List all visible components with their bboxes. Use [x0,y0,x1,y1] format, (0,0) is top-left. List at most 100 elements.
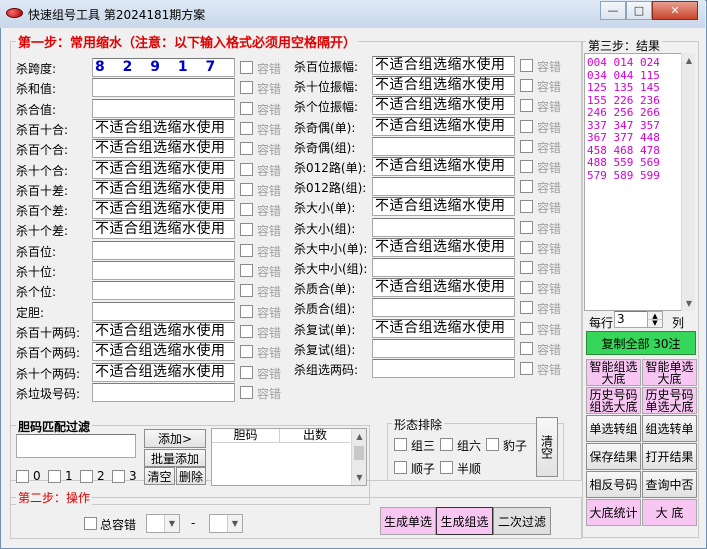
right-row-input[interactable] [372,338,515,358]
right-row-input[interactable] [372,258,515,277]
left-row-input[interactable]: 不适合组选缩水使用 [92,139,235,159]
side-button[interactable]: 智能单选 大底 [642,359,697,386]
tolerance-checkbox[interactable] [240,243,253,257]
tolerance-checkbox[interactable] [520,200,533,214]
minimize-button[interactable]: — [600,1,626,20]
maximize-button[interactable]: □ [626,1,652,20]
tolerance-checkbox[interactable] [520,220,533,234]
tolerance-checkbox[interactable] [240,264,253,277]
pattern-checkbox[interactable] [486,438,499,451]
right-row-input[interactable]: 不适合组选缩水使用 [372,237,515,257]
results-scrollbar[interactable]: ▲ ▼ [681,53,695,311]
side-button[interactable]: 大底统计 [586,499,641,526]
tolerance-checkbox[interactable] [520,321,533,335]
side-button[interactable]: 组选转单 [642,415,697,442]
tolerance-checkbox[interactable] [520,139,533,153]
chevron-down-icon[interactable]: ▼ [227,515,242,532]
tolerance-checkbox[interactable] [520,240,533,254]
tolerance-checkbox[interactable] [520,119,533,133]
side-button[interactable]: 保存结果 [586,443,641,470]
tolerance-checkbox[interactable] [240,182,253,196]
tolerance-min-select[interactable]: ▼ [146,514,180,533]
right-row-input[interactable]: 不适合组选缩水使用 [372,96,515,116]
left-row-input[interactable]: 不适合组选缩水使用 [92,362,235,382]
list-scrollbar[interactable]: ▲ ▼ [351,429,366,485]
tolerance-checkbox[interactable] [520,59,533,72]
copy-all-button[interactable]: 复制全部 30注 [586,331,696,355]
tolerance-checkbox[interactable] [240,61,253,74]
tolerance-checkbox[interactable] [520,301,533,315]
pattern-checkbox[interactable] [440,461,453,474]
pattern-checkbox[interactable] [394,461,407,474]
left-row-input[interactable] [92,78,235,98]
pattern-checkbox[interactable] [394,438,407,451]
right-row-input[interactable]: 不适合组选缩水使用 [372,157,515,176]
tolerance-checkbox[interactable] [240,284,253,298]
scroll-down-icon[interactable]: ▼ [352,470,367,485]
tolerance-checkbox[interactable] [520,362,533,375]
side-button[interactable]: 打开结果 [642,443,697,470]
count-checkbox[interactable] [80,470,93,483]
tolerance-checkbox[interactable] [240,365,253,379]
right-row-input[interactable]: 不适合组选缩水使用 [372,76,515,96]
title-bar[interactable]: 快速组号工具 第2024181期方案 — □ ✕ [0,0,705,28]
right-row-input[interactable] [372,217,515,237]
side-button[interactable]: 相反号码 [586,471,641,498]
left-row-input[interactable] [92,281,235,301]
col-header-code[interactable]: 胆码 [212,429,280,443]
dan-code-input[interactable] [16,434,136,458]
tolerance-max-select[interactable]: ▼ [209,514,243,533]
side-button[interactable]: 查询中否 [642,471,697,498]
tolerance-checkbox[interactable] [240,81,253,95]
right-row-input[interactable]: 不适合组选缩水使用 [372,318,515,338]
close-button[interactable]: ✕ [652,1,698,20]
tolerance-checkbox[interactable] [240,142,253,156]
tolerance-checkbox[interactable] [240,345,253,359]
left-row-input[interactable]: 不适合组选缩水使用 [92,342,235,362]
tolerance-checkbox[interactable] [520,79,533,93]
scroll-up-icon[interactable]: ▲ [352,429,367,444]
right-row-input[interactable]: 不适合组选缩水使用 [372,197,515,217]
count-checkbox[interactable] [112,470,125,483]
dan-code-list[interactable]: 胆码 出数 ▲ ▼ [211,428,367,486]
results-list[interactable]: 004 014 024 034 044 115 125 135 145 155 226… [584,53,682,311]
generate-group-button[interactable]: 生成组选 [436,507,493,535]
tolerance-checkbox[interactable] [240,162,253,176]
tolerance-checkbox[interactable] [520,341,533,355]
side-button[interactable]: 大 底 [642,499,697,526]
side-button[interactable]: 智能组选 大底 [586,359,641,386]
left-row-input[interactable]: 不适合组选缩水使用 [92,159,235,179]
left-row-input[interactable] [92,261,235,280]
tolerance-checkbox[interactable] [240,121,253,135]
tolerance-checkbox[interactable] [520,281,533,295]
scroll-down-icon[interactable]: ▼ [682,296,696,311]
add-button[interactable]: 添加> [144,429,206,448]
right-row-input[interactable] [372,136,515,156]
clear-button[interactable]: 清空 [144,467,175,485]
left-row-input[interactable]: 不适合组选缩水使用 [92,321,235,341]
total-tolerance-checkbox[interactable] [84,517,97,530]
tolerance-checkbox[interactable] [240,101,253,115]
pattern-checkbox[interactable] [440,438,453,451]
tolerance-checkbox[interactable] [520,261,533,274]
left-row-input[interactable] [92,382,235,402]
right-row-input[interactable] [372,177,515,197]
right-row-input[interactable] [372,298,515,318]
count-checkbox[interactable] [16,470,29,483]
tolerance-checkbox[interactable] [240,223,253,237]
per-row-stepper[interactable]: ▲ ▼ [647,311,663,328]
right-row-input[interactable]: 不适合组选缩水使用 [372,116,515,136]
count-checkbox[interactable] [48,470,61,483]
left-row-input[interactable] [92,240,235,260]
side-button[interactable]: 历史号码 组选大底 [586,387,641,414]
scroll-thumb[interactable] [354,446,364,460]
right-row-input[interactable]: 不适合组选缩水使用 [372,56,515,75]
chevron-down-icon[interactable]: ▼ [164,515,179,532]
left-row-input[interactable]: 不适合组选缩水使用 [92,200,235,220]
left-row-input[interactable] [92,98,235,118]
col-header-count[interactable]: 出数 [280,429,350,443]
left-row-input[interactable]: 不适合组选缩水使用 [92,179,235,199]
pattern-clear-button[interactable]: 清空 [536,417,558,477]
generate-single-button[interactable]: 生成单选 [380,507,436,535]
right-row-input[interactable]: 不适合组选缩水使用 [372,278,515,298]
